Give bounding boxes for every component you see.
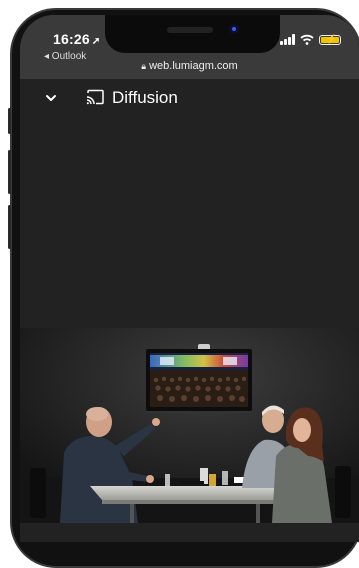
cast-icon[interactable] [86, 89, 104, 105]
wifi-icon [300, 34, 314, 45]
page-title: Diffusion [112, 88, 178, 107]
url-text: web.lumiagm.com [149, 60, 238, 72]
speaker-grille [167, 27, 213, 33]
status-time: 16:26 ➚ [53, 31, 101, 47]
table [90, 486, 299, 500]
front-camera [229, 24, 239, 34]
video-frame-meeting-room [20, 328, 359, 523]
phone-volume-up [8, 150, 11, 194]
lock-icon: 🔒︎ [141, 61, 147, 71]
video-player-area[interactable] [20, 119, 359, 342]
battery-charging-icon: ⚡ [319, 34, 341, 45]
below-video-area [20, 523, 359, 542]
app-header: Diffusion [20, 79, 359, 119]
url-bar[interactable]: 🔒︎ web.lumiagm.com [20, 60, 359, 72]
location-arrow-icon: ➚ [91, 36, 101, 47]
cellular-signal-icon [280, 34, 295, 45]
status-bar: 16:26 ➚ ◂ Outlook ⚡ 🔒︎ web.lumiagm.com [20, 15, 359, 79]
notch [105, 15, 280, 53]
phone-screen: 16:26 ➚ ◂ Outlook ⚡ 🔒︎ web.lumiagm.com D… [20, 15, 359, 542]
chevron-down-icon[interactable] [44, 91, 58, 105]
status-icons: ⚡ [280, 34, 341, 45]
phone-volume-down [8, 205, 11, 249]
phone-side-button [8, 108, 11, 134]
